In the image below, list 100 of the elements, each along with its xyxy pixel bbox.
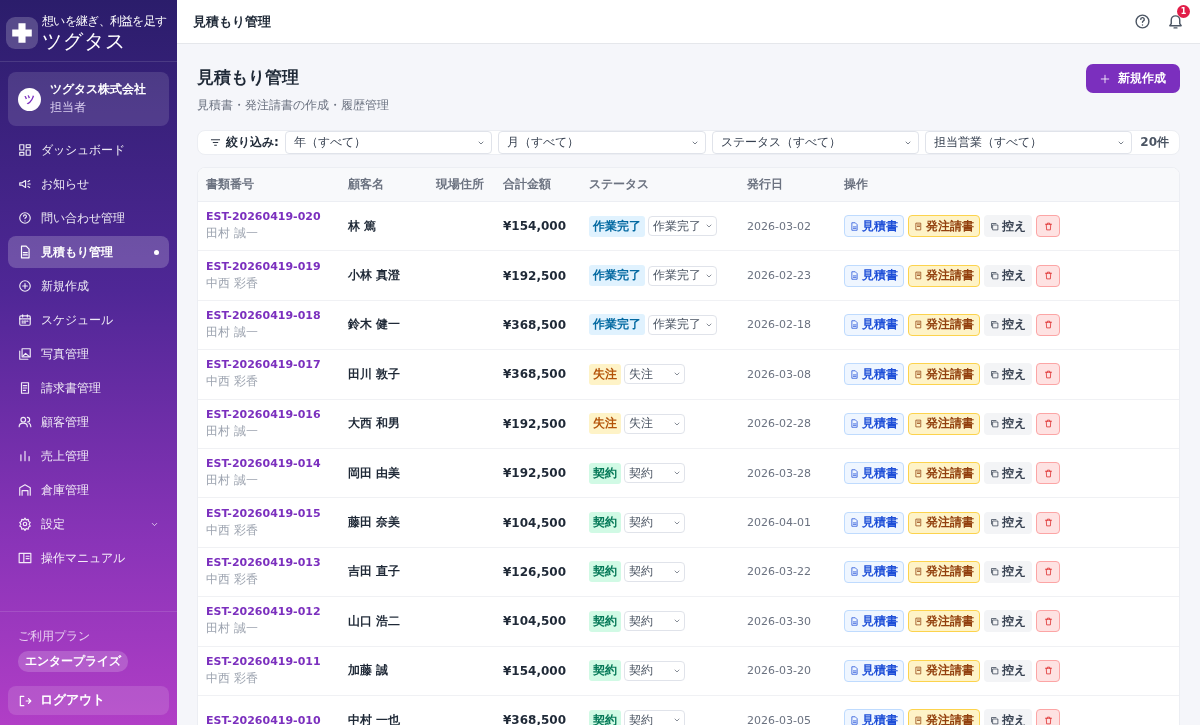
copy-icon xyxy=(990,369,999,379)
status-select[interactable]: 失注 xyxy=(624,413,685,434)
status-select[interactable]: 契約 xyxy=(624,463,685,484)
delete-button[interactable] xyxy=(1036,659,1060,682)
status-select[interactable]: 作業完了 xyxy=(648,216,717,237)
nav-item[interactable]: お知らせ xyxy=(8,168,169,200)
filter-select[interactable]: ステータス（すべて） xyxy=(711,131,919,154)
document-link[interactable]: EST-20260419-017 xyxy=(206,358,348,372)
action-button[interactable]: 控え xyxy=(984,412,1032,435)
issue-date: 2026-03-05 xyxy=(747,713,812,725)
action-button[interactable]: 発注請書 xyxy=(908,215,980,238)
trash-icon xyxy=(1043,666,1053,676)
action-button[interactable]: 発注請書 xyxy=(908,363,980,386)
action-button[interactable]: 見積書 xyxy=(844,462,904,485)
action-button[interactable]: 控え xyxy=(984,462,1032,485)
document-link[interactable]: EST-20260419-012 xyxy=(206,605,348,619)
document-link[interactable]: EST-20260419-020 xyxy=(206,210,348,224)
document-link[interactable]: EST-20260419-015 xyxy=(206,506,348,520)
action-button[interactable]: 控え xyxy=(984,313,1032,336)
receipt-icon xyxy=(914,320,923,330)
document-link[interactable]: EST-20260419-018 xyxy=(206,308,348,322)
status-badge: 契約 xyxy=(589,610,621,632)
nav-item[interactable]: 新規作成 xyxy=(8,270,169,302)
action-button[interactable]: 発注請書 xyxy=(908,313,980,336)
delete-button[interactable] xyxy=(1036,412,1060,435)
nav-item[interactable]: 倉庫管理 xyxy=(8,474,169,506)
staff-name: 中西 彩香 xyxy=(206,373,259,391)
trash-icon xyxy=(1043,567,1053,577)
action-button[interactable]: 見積書 xyxy=(844,610,904,633)
customer-name: 大西 和男 xyxy=(348,415,402,433)
logout-button[interactable]: ログアウト xyxy=(8,686,169,715)
action-button[interactable]: 見積書 xyxy=(844,215,904,238)
action-button[interactable]: 見積書 xyxy=(844,313,904,336)
action-button[interactable]: 控え xyxy=(984,709,1032,725)
action-button[interactable]: 発注請書 xyxy=(908,511,980,534)
staff-name: 中西 彩香 xyxy=(206,521,259,539)
filter-select[interactable]: 担当営業（すべて） xyxy=(924,131,1133,154)
delete-button[interactable] xyxy=(1036,610,1060,633)
delete-button[interactable] xyxy=(1036,313,1060,336)
delete-button[interactable] xyxy=(1036,560,1060,583)
document-link[interactable]: EST-20260419-016 xyxy=(206,407,348,421)
document-icon xyxy=(850,271,859,281)
action-button[interactable]: 発注請書 xyxy=(908,264,980,287)
status-select[interactable]: 失注 xyxy=(624,364,685,385)
document-link[interactable]: EST-20260419-019 xyxy=(206,259,348,273)
status-select[interactable]: 作業完了 xyxy=(648,265,717,286)
action-button[interactable]: 控え xyxy=(984,363,1032,386)
new-button[interactable]: 新規作成 xyxy=(1086,64,1180,93)
status-select[interactable]: 契約 xyxy=(624,710,685,725)
action-button[interactable]: 発注請書 xyxy=(908,610,980,633)
action-button[interactable]: 見積書 xyxy=(844,412,904,435)
document-link[interactable]: EST-20260419-013 xyxy=(206,555,348,569)
action-button[interactable]: 控え xyxy=(984,215,1032,238)
delete-button[interactable] xyxy=(1036,709,1060,725)
status-select[interactable]: 契約 xyxy=(624,660,685,681)
delete-button[interactable] xyxy=(1036,462,1060,485)
help-icon[interactable] xyxy=(1134,13,1151,30)
action-button[interactable]: 控え xyxy=(984,511,1032,534)
document-link[interactable]: EST-20260419-011 xyxy=(206,654,348,668)
status-select[interactable]: 契約 xyxy=(624,611,685,632)
action-button[interactable]: 見積書 xyxy=(844,659,904,682)
action-button[interactable]: 見積書 xyxy=(844,264,904,287)
nav-item[interactable]: 請求書管理 xyxy=(8,372,169,404)
nav-item[interactable]: 写真管理 xyxy=(8,338,169,370)
action-button[interactable]: 見積書 xyxy=(844,363,904,386)
nav-item[interactable]: 売上管理 xyxy=(8,440,169,472)
nav-item[interactable]: 操作マニュアル xyxy=(8,542,169,574)
document-link[interactable]: EST-20260419-010 xyxy=(206,713,348,725)
action-button[interactable]: 見積書 xyxy=(844,560,904,583)
nav-item[interactable]: 設定 xyxy=(8,508,169,540)
filter-select[interactable]: 月（すべて） xyxy=(498,131,706,154)
delete-button[interactable] xyxy=(1036,215,1060,238)
document-link[interactable]: EST-20260419-014 xyxy=(206,457,348,471)
action-button[interactable]: 控え xyxy=(984,264,1032,287)
action-button[interactable]: 発注請書 xyxy=(908,462,980,485)
action-button[interactable]: 控え xyxy=(984,659,1032,682)
filter-select[interactable]: 年（すべて） xyxy=(284,131,493,154)
action-button[interactable]: 発注請書 xyxy=(908,560,980,583)
bell-icon[interactable] xyxy=(1167,13,1184,30)
status-select[interactable]: 契約 xyxy=(624,512,685,533)
action-button[interactable]: 発注請書 xyxy=(908,412,980,435)
action-button[interactable]: 控え xyxy=(984,560,1032,583)
nav-item[interactable]: ダッシュボード xyxy=(8,134,169,166)
nav-item[interactable]: 問い合わせ管理 xyxy=(8,202,169,234)
plan-badge: エンタープライズ xyxy=(18,651,128,672)
customer-name: 吉田 直子 xyxy=(348,563,402,581)
delete-button[interactable] xyxy=(1036,511,1060,534)
status-select[interactable]: 契約 xyxy=(624,561,685,582)
status-select[interactable]: 作業完了 xyxy=(648,314,717,335)
action-button[interactable]: 控え xyxy=(984,610,1032,633)
page-title: 見積もり管理 xyxy=(197,66,300,89)
action-button[interactable]: 見積書 xyxy=(844,511,904,534)
nav-item[interactable]: スケジュール xyxy=(8,304,169,336)
action-button[interactable]: 発注請書 xyxy=(908,659,980,682)
delete-button[interactable] xyxy=(1036,264,1060,287)
nav-item[interactable]: 顧客管理 xyxy=(8,406,169,438)
action-button[interactable]: 発注請書 xyxy=(908,709,980,725)
action-button[interactable]: 見積書 xyxy=(844,709,904,725)
nav-item[interactable]: 見積もり管理 xyxy=(8,236,169,268)
delete-button[interactable] xyxy=(1036,363,1060,386)
